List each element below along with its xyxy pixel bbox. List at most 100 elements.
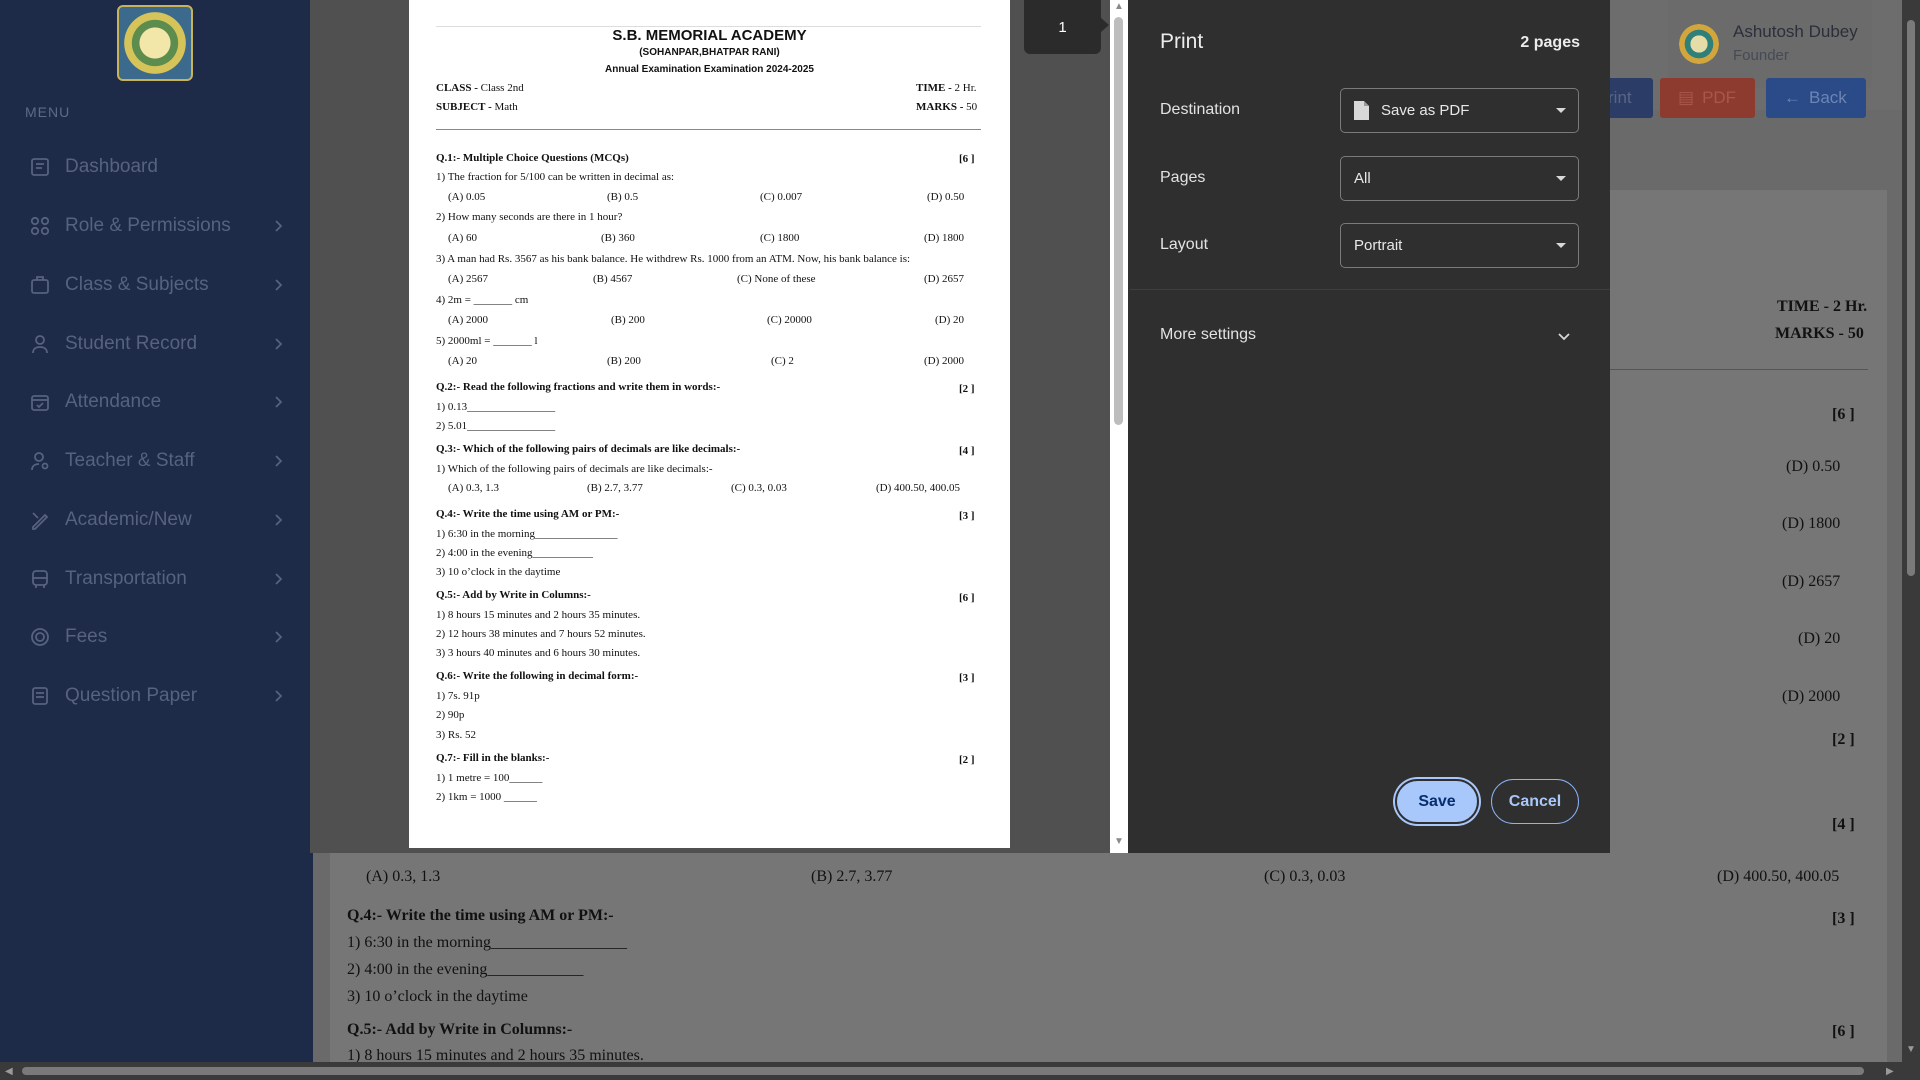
chevron-right-icon [275, 514, 283, 526]
question-item: 3) 10 o’clock in the daytime [436, 566, 561, 578]
dropdown-caret-icon [1556, 176, 1566, 181]
layout-value: Portrait [1354, 237, 1403, 254]
question-item: 1) 6:30 in the morning_______________ [436, 528, 618, 540]
profile-role: Founder [1733, 47, 1789, 64]
chevron-right-icon [275, 396, 283, 408]
chevron-down-icon [1558, 333, 1570, 341]
time-label: TIME - [916, 82, 952, 94]
option: (A) 0.3, 1.3 [448, 482, 500, 494]
grid-icon [30, 216, 50, 236]
option: (C) 0.007 [760, 191, 803, 203]
chevron-right-icon [275, 631, 283, 643]
sidebar-item-student-record[interactable]: Student Record [0, 324, 313, 364]
preview-scrollbar-thumb[interactable] [1114, 17, 1123, 425]
sidebar-item-teacher-staff[interactable]: Teacher & Staff [0, 441, 313, 481]
question-item: 1) 7s. 91p [436, 690, 480, 702]
option: (C) None of these [737, 273, 816, 285]
bg-option: (C) 0.3, 0.03 [1264, 868, 1346, 885]
more-settings-toggle[interactable]: More settings [1160, 326, 1580, 348]
subject-value: Math [494, 101, 518, 113]
option: (A) 60 [448, 232, 478, 244]
question-heading: Q.2:- Read the following fractions and w… [436, 381, 721, 393]
question-marks: [4 ] [959, 445, 975, 457]
chevron-right-icon [275, 690, 283, 702]
bg-question-heading: Q.4:- Write the time using AM or PM:- [347, 907, 614, 924]
option: (D) 2000 [924, 355, 965, 367]
sidebar-item-academic-new[interactable]: Academic/New [0, 500, 313, 540]
sidebar-item-label: Question Paper [65, 685, 198, 706]
pages-select[interactable]: All [1340, 156, 1579, 201]
option: (D) 1800 [924, 232, 965, 244]
sidebar-item-label: Role & Permissions [65, 215, 231, 236]
save-button[interactable]: Save [1395, 779, 1479, 824]
destination-select[interactable]: Save as PDF [1340, 88, 1579, 133]
destination-label: Destination [1160, 101, 1241, 118]
bg-marks-q5: [6 ] [1832, 1023, 1855, 1040]
bg-time: TIME - 2 Hr. [1777, 298, 1868, 315]
bg-marks-q2: [2 ] [1832, 731, 1855, 748]
sidebar-item-dashboard[interactable]: Dashboard [0, 147, 313, 187]
page-vertical-scrollbar[interactable] [1902, 0, 1920, 1062]
option: (B) 2.7, 3.77 [587, 482, 643, 494]
sidebar-item-label: Transportation [65, 568, 187, 589]
option: (A) 20 [448, 355, 478, 367]
sidebar-item-label: Attendance [65, 391, 162, 412]
sidebar-item-fees[interactable]: Fees [0, 617, 313, 657]
question-item: 3) Rs. 52 [436, 729, 477, 741]
bg-option: (A) 0.3, 1.3 [366, 868, 441, 885]
bg-divider [1610, 369, 1868, 370]
chevron-right-icon [275, 455, 283, 467]
sidebar-item-role-permissions[interactable]: Role & Permissions [0, 206, 313, 246]
dashboard-icon [31, 158, 49, 176]
bg-question-item: 1) 6:30 in the morning_________________ [347, 934, 627, 951]
destination-value: Save as PDF [1381, 102, 1470, 119]
question-heading: Q.7:- Fill in the blanks:- [436, 752, 550, 764]
question-heading: Q.4:- Write the time using AM or PM:- [436, 508, 620, 520]
scroll-left-icon[interactable]: ◀ [5, 1066, 13, 1077]
briefcase-icon [31, 276, 49, 294]
bg-question-item: 3) 10 o’clock in the daytime [347, 988, 528, 1005]
sidebar-item-class-subjects[interactable]: Class & Subjects [0, 265, 313, 305]
class-line: CLASS - Class 2nd [436, 82, 524, 94]
option: (C) 20000 [767, 314, 812, 326]
sidebar-item-label: Teacher & Staff [65, 450, 195, 471]
header-top-rule [436, 26, 981, 27]
sidebar-item-attendance[interactable]: Attendance [0, 382, 313, 422]
layout-label: Layout [1160, 236, 1209, 253]
bg-option: (D) 400.50, 400.05 [1717, 868, 1840, 885]
page-horizontal-scrollbar-thumb[interactable] [22, 1067, 1864, 1075]
user-profile[interactable]: Ashutosh Dubey Founder [1668, 0, 1872, 88]
bus-icon [32, 570, 48, 588]
back-button[interactable]: ← Back [1766, 78, 1866, 118]
option: (D) 400.50, 400.05 [876, 482, 961, 494]
subject-line: SUBJECT - Math [436, 101, 518, 113]
question-item: 1) The fraction for 5/100 can be written… [436, 171, 675, 183]
sidebar-item-question-paper[interactable]: Question Paper [0, 676, 313, 716]
scroll-down-icon[interactable]: ▼ [1906, 1044, 1916, 1055]
bg-marks-q4: [3 ] [1832, 910, 1855, 927]
sidebar-item-transportation[interactable]: Transportation [0, 559, 313, 599]
question-marks: [2 ] [959, 383, 975, 395]
scroll-right-icon[interactable]: ▶ [1886, 1066, 1894, 1077]
bg-marks-q1: [6 ] [1832, 406, 1855, 423]
bg-question-heading: Q.5:- Add by Write in Columns:- [347, 1021, 573, 1038]
scroll-down-icon[interactable]: ▼ [1112, 836, 1126, 850]
document-icon [32, 687, 48, 705]
school-name: S.B. MEMORIAL ACADEMY [612, 27, 807, 44]
cancel-button[interactable]: Cancel [1491, 779, 1579, 824]
option: (B) 200 [607, 355, 641, 367]
pdf-button[interactable]: ▤ PDF [1660, 78, 1755, 118]
scroll-up-icon[interactable]: ▲ [1112, 1, 1126, 15]
class-label: CLASS - [436, 82, 478, 94]
question-item: 2) 4:00 in the evening___________ [436, 547, 594, 559]
sidebar-item-label: Class & Subjects [65, 274, 209, 295]
option: (C) 0.3, 0.03 [731, 482, 787, 494]
marks-line: MARKS - 50 [916, 101, 977, 113]
bg-option: (D) 2000 [1782, 688, 1841, 705]
layout-select[interactable]: Portrait [1340, 223, 1579, 268]
school-logo [117, 5, 193, 81]
chevron-right-icon [275, 573, 283, 585]
school-address: (SOHANPAR,BHATPAR RANI) [639, 47, 780, 58]
page-vertical-scrollbar-thumb[interactable] [1907, 20, 1915, 576]
page-horizontal-scrollbar[interactable] [0, 1062, 1920, 1080]
